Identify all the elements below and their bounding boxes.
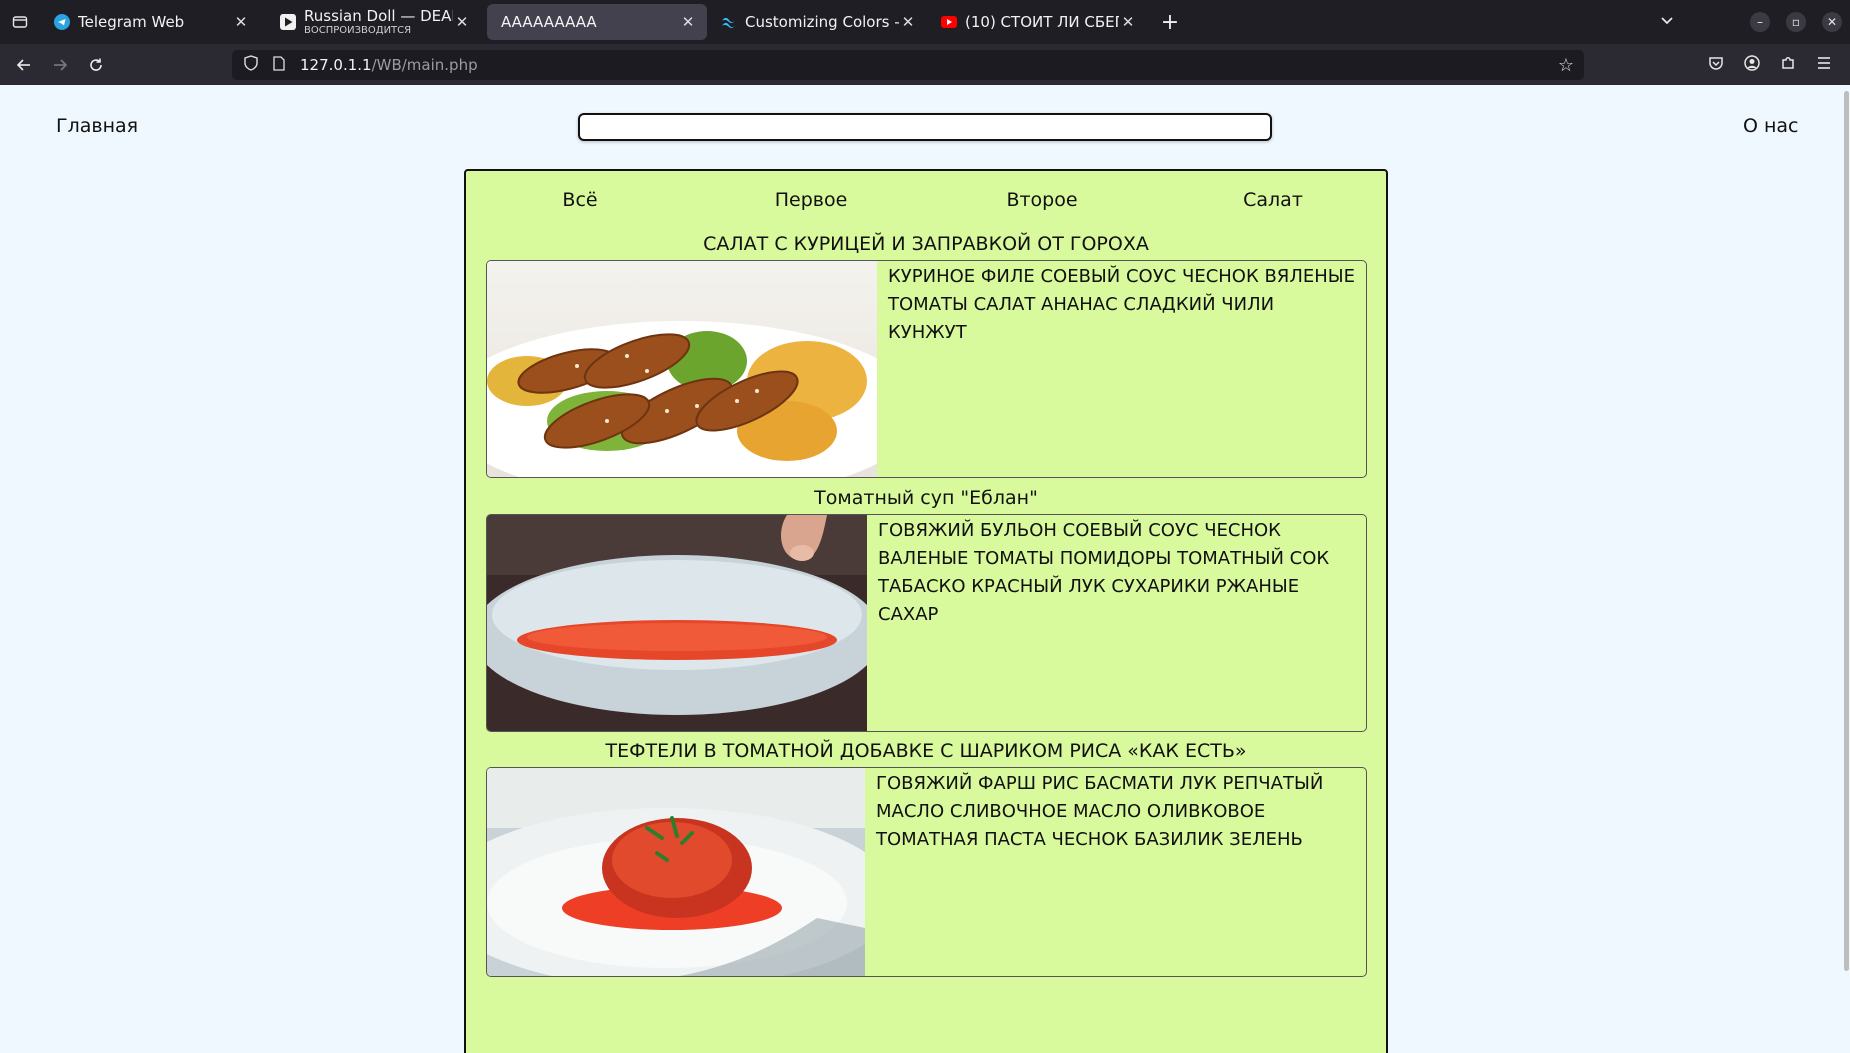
category-filters: Всё Первое Второе Салат [466,171,1386,223]
tab-title: Russian Doll — DEAD BL [304,8,453,25]
recipe-ingredients: ГОВЯЖИЙ БУЛЬОН СОЕВЫЙ СОУС ЧЕСНОК ВАЛЕНЫ… [878,520,1330,625]
recipe-card[interactable]: ГОВЯЖИЙ ФАРШ РИС БАСМАТИ ЛУК РЕПЧАТЫЙ МА… [486,767,1367,977]
filter-salad[interactable]: Салат [1243,189,1303,211]
tab-bar: Telegram Web ✕ Russian Doll — DEAD BL ВО… [0,0,1850,44]
back-arrow-icon[interactable] [6,49,42,81]
play-icon [280,14,296,30]
close-tab-icon[interactable]: ✕ [679,13,697,31]
recipe-photo-meatballs[interactable] [487,768,897,976]
restore-icon[interactable]: ▫ [1786,12,1806,32]
tab-telegram[interactable]: Telegram Web ✕ [40,4,260,40]
tab-list-icon[interactable] [0,0,40,44]
new-tab-icon[interactable]: + [1155,10,1185,35]
search-input[interactable] [578,113,1272,141]
page-scrollbar[interactable] [1842,85,1850,1053]
minimize-icon[interactable]: – [1750,12,1770,32]
youtube-icon [941,14,957,30]
extensions-icon[interactable] [1770,55,1806,75]
url-host: 127.0.1.1 [300,56,372,74]
filter-all[interactable]: Всё [562,189,597,211]
tab-title: AAAAAAAAA [501,13,597,31]
shield-icon[interactable] [240,55,262,75]
recipes-panel: Всё Первое Второе Салат САЛАТ С КУРИЦЕЙ … [464,169,1388,1053]
close-tab-icon[interactable]: ✕ [899,13,917,31]
tab-title: Telegram Web [78,13,185,31]
close-window-icon[interactable]: ✕ [1822,12,1842,32]
tab-title: Customizing Colors - Tail [745,13,899,31]
recipe-card[interactable]: КУРИНОЕ ФИЛЕ СОЕВЫЙ СОУС ЧЕСНОК ВЯЛЕНЫЕ … [486,260,1367,478]
url-path: /WB/main.php [371,56,478,74]
page-icon[interactable] [268,55,290,75]
chevron-down-icon[interactable] [1652,14,1682,30]
recipe-title[interactable]: САЛАТ С КУРИЦЕЙ И ЗАПРАВКОЙ ОТ ГОРОХА [466,233,1386,255]
toolbar-actions [1698,44,1842,85]
telegram-icon [54,14,70,30]
recipe-ingredients: КУРИНОЕ ФИЛЕ СОЕВЫЙ СОУС ЧЕСНОК ВЯЛЕНЫЕ … [888,266,1356,343]
close-tab-icon[interactable]: ✕ [1119,13,1137,31]
recipe-title[interactable]: ТЕФТЕЛИ В ТОМАТНОЙ ДОБАВКЕ С ШАРИКОМ РИС… [466,740,1386,762]
tab-youtube[interactable]: (10) СТОИТ ЛИ СБЕГАТЬ ✕ [927,4,1147,40]
filter-second[interactable]: Второе [1006,189,1077,211]
recipe-photo-chicken-salad[interactable] [487,261,922,477]
bookmark-star-icon[interactable]: ☆ [1554,55,1578,76]
navigation-toolbar: 127.0.1.1/WB/main.php ☆ [0,44,1850,85]
nav-link-about[interactable]: О нас [1743,115,1799,137]
tab-active[interactable]: AAAAAAAAA ✕ [487,4,707,40]
filter-first[interactable]: Первое [775,189,848,211]
reload-icon[interactable] [78,49,114,81]
tab-russian-doll[interactable]: Russian Doll — DEAD BL ВОСПРОИЗВОДИТСЯ ✕ [266,4,481,40]
window-controls: – ▫ ✕ [1652,0,1850,44]
tailwind-icon [721,14,737,30]
address-bar[interactable]: 127.0.1.1/WB/main.php ☆ [232,50,1584,80]
page-content: Главная О нас Всё Первое Второе Салат СА… [0,85,1850,1053]
recipe-ingredients: ГОВЯЖИЙ ФАРШ РИС БАСМАТИ ЛУК РЕПЧАТЫЙ МА… [876,773,1324,850]
tab-subtitle: ВОСПРОИЗВОДИТСЯ [304,25,412,36]
tab-tailwind[interactable]: Customizing Colors - Tail ✕ [707,4,927,40]
scrollbar-thumb[interactable] [1844,91,1849,971]
url-text[interactable]: 127.0.1.1/WB/main.php [300,56,478,74]
tab-title: (10) СТОИТ ЛИ СБЕГАТЬ [965,13,1119,31]
forward-arrow-icon[interactable] [42,49,78,81]
recipe-title[interactable]: Томатный суп "Еблан" [466,487,1386,509]
account-icon[interactable] [1734,54,1770,75]
pocket-icon[interactable] [1698,55,1734,75]
nav-link-home[interactable]: Главная [56,115,138,137]
close-tab-icon[interactable]: ✕ [453,13,471,31]
close-tab-icon[interactable]: ✕ [232,13,250,31]
menu-icon[interactable] [1806,55,1842,74]
recipe-photo-tomato-soup[interactable] [487,515,882,731]
recipe-card[interactable]: ГОВЯЖИЙ БУЛЬОН СОЕВЫЙ СОУС ЧЕСНОК ВАЛЕНЫ… [486,514,1367,732]
